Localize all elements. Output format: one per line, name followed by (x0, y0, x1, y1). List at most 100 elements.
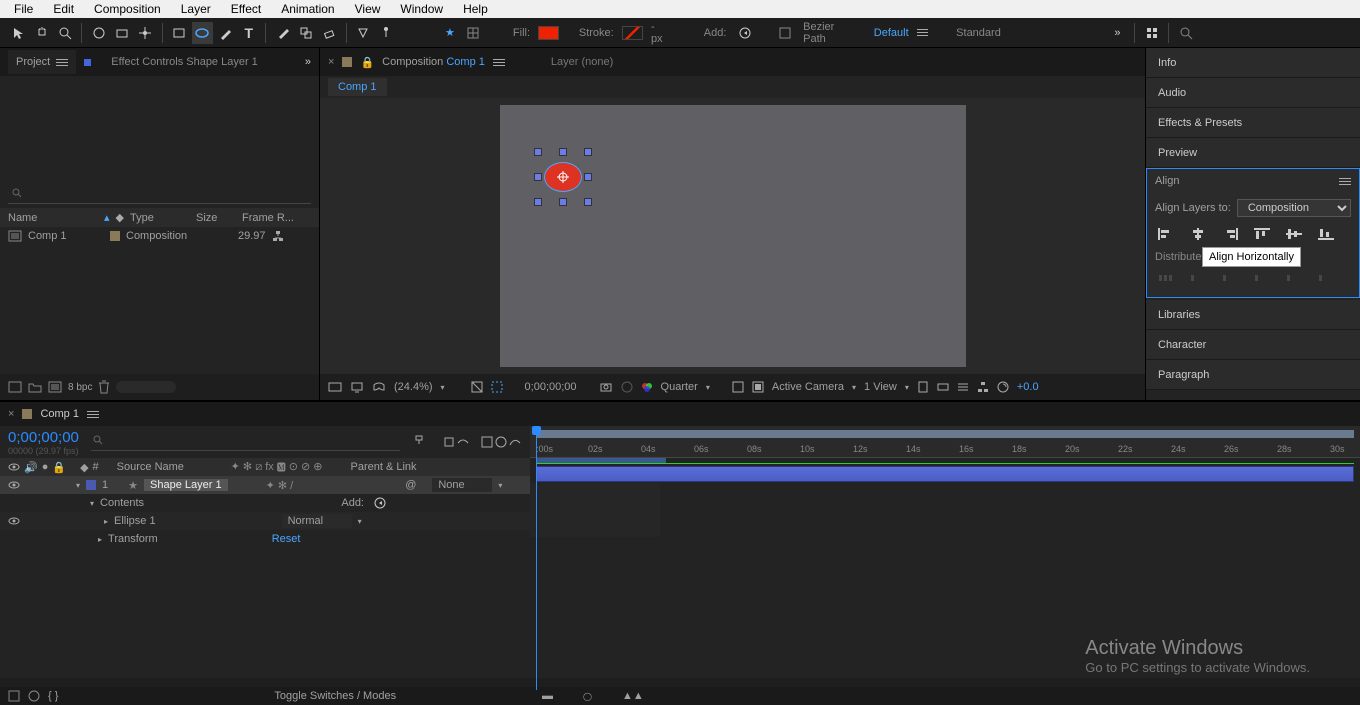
star-icon[interactable]: ★ (439, 22, 460, 44)
comp-tab-label[interactable]: Composition Comp 1 (382, 56, 485, 68)
comp-time[interactable]: 0;00;00;00 (525, 381, 577, 393)
comp-subtab[interactable]: Comp 1 (328, 78, 387, 96)
stroke-swatch[interactable] (622, 26, 643, 40)
panel-menu-icon[interactable] (493, 59, 505, 66)
add-icon[interactable] (734, 22, 755, 44)
clone-tool-icon[interactable] (295, 22, 316, 44)
hand-tool-icon[interactable] (31, 22, 52, 44)
camera-dropdown[interactable]: Active Camera (772, 381, 844, 393)
toggle-switches-icon[interactable] (8, 690, 20, 702)
sort-icon[interactable]: ▴ (104, 211, 110, 224)
align-vcenter-btn[interactable] (1283, 225, 1305, 243)
roto-tool-icon[interactable] (353, 22, 374, 44)
align-hcenter-btn[interactable] (1187, 225, 1209, 243)
view-dropdown[interactable]: 1 View (864, 381, 897, 393)
interpret-icon[interactable] (8, 381, 22, 393)
align-top-btn[interactable] (1251, 225, 1273, 243)
trash-icon[interactable] (98, 380, 110, 394)
col-name[interactable]: Name (8, 212, 98, 224)
menu-composition[interactable]: Composition (84, 0, 171, 18)
frame-blend-icon[interactable] (480, 435, 494, 449)
dropdown-icon[interactable]: ▾ (706, 383, 710, 392)
fill-swatch[interactable] (538, 26, 559, 40)
flowchart-icon[interactable] (977, 381, 989, 393)
panel-paragraph[interactable]: Paragraph (1146, 360, 1360, 390)
search-icon[interactable] (1175, 22, 1196, 44)
menu-help[interactable]: Help (453, 0, 498, 18)
close-tab-icon[interactable]: × (8, 408, 14, 420)
layer-name[interactable]: Shape Layer 1 (144, 479, 228, 491)
menu-edit[interactable]: Edit (43, 0, 84, 18)
panel-menu-icon[interactable] (87, 411, 99, 418)
panel-libraries[interactable]: Libraries (1146, 300, 1360, 330)
project-item-comp1[interactable]: Comp 1 Composition 29.97 (0, 227, 319, 245)
align-right-btn[interactable] (1219, 225, 1241, 243)
layer-duration-bar[interactable] (536, 466, 1354, 482)
project-search[interactable] (8, 186, 311, 204)
menu-file[interactable]: File (4, 0, 43, 18)
resolution-icon[interactable] (471, 381, 483, 393)
switches-col-icons[interactable]: ✦ ✻ ⧄ fx 🅼 ⊙ ⊘ ⊕ (231, 460, 323, 474)
timeline-tab[interactable]: Comp 1 (40, 408, 79, 420)
source-col[interactable]: Source Name (117, 461, 227, 473)
anchor-point-icon[interactable] (557, 171, 569, 183)
zoom-in-icon[interactable]: ▲▲ (622, 690, 644, 702)
align-bottom-btn[interactable] (1315, 225, 1337, 243)
lock-icon[interactable]: 🔒 (360, 56, 374, 69)
overflow-icon[interactable]: » (305, 56, 311, 68)
visibility-icon[interactable] (8, 516, 20, 526)
ellipse-tool-icon[interactable] (192, 22, 213, 44)
align-left-btn[interactable] (1155, 225, 1177, 243)
close-tab-icon[interactable]: × (328, 56, 334, 68)
stroke-label[interactable]: Stroke: (573, 27, 620, 39)
solo-col-icon[interactable]: ● (42, 461, 49, 473)
twirl-icon[interactable]: ▸ (98, 535, 102, 544)
current-time[interactable]: 0;00;00;00 (8, 429, 79, 446)
menu-animation[interactable]: Animation (271, 0, 344, 18)
orbit-tool-icon[interactable] (88, 22, 109, 44)
fast-preview-icon[interactable] (937, 381, 949, 393)
pen-tool-icon[interactable] (215, 22, 236, 44)
menu-layer[interactable]: Layer (171, 0, 221, 18)
folder-icon[interactable] (28, 381, 42, 393)
num-col[interactable]: # (93, 461, 99, 473)
reset-exposure-icon[interactable] (997, 381, 1009, 393)
text-tool-icon[interactable]: T (238, 22, 259, 44)
menu-view[interactable]: View (345, 0, 391, 18)
stroke-width[interactable]: - px (645, 21, 675, 45)
align-target-dropdown[interactable]: Composition (1237, 199, 1351, 217)
panel-preview[interactable]: Preview (1146, 138, 1360, 168)
rectangle-tool-icon[interactable] (169, 22, 190, 44)
visibility-icon[interactable] (8, 480, 20, 490)
layer-ellipse-row[interactable]: ▸ Ellipse 1 Normal ▾ (0, 512, 530, 530)
panel-menu-icon[interactable] (1339, 178, 1351, 185)
col-type[interactable]: Type (130, 212, 190, 224)
camera-tool-icon[interactable] (112, 22, 133, 44)
effect-controls-tab[interactable]: Effect Controls Shape Layer 1 (103, 50, 266, 74)
align-title[interactable]: Align (1155, 175, 1179, 187)
layer-contents-row[interactable]: ▾ Contents Add: (0, 494, 530, 512)
reset-link[interactable]: Reset (272, 533, 301, 545)
workspace-default[interactable]: Default (868, 27, 915, 39)
dropdown-icon[interactable]: ▾ (441, 383, 445, 392)
draft3d-icon[interactable] (442, 435, 456, 449)
layer-row-1[interactable]: ▾ 1 ★ Shape Layer 1 ✦ ✻ / @ None ▾ (0, 476, 530, 494)
lock-col-icon[interactable]: 🔒 (52, 461, 66, 474)
panel-audio[interactable]: Audio (1146, 78, 1360, 108)
resolution-dropdown[interactable]: Quarter (661, 381, 698, 393)
toggle-transparency-icon[interactable] (732, 381, 744, 393)
panel-info[interactable]: Info (1146, 48, 1360, 78)
flowchart-icon[interactable] (272, 230, 284, 242)
show-snapshot-icon[interactable] (621, 381, 633, 393)
selected-shape[interactable] (538, 152, 588, 202)
layer-switches[interactable]: ✦ ✻ / (266, 479, 294, 492)
workspace-standard[interactable]: Standard (950, 27, 1007, 39)
exposure-value[interactable]: +0.0 (1017, 381, 1039, 393)
panel-menu-icon[interactable] (56, 59, 68, 66)
zoom-slider[interactable]: ◯ (583, 692, 592, 701)
comp-mini-flowchart-icon[interactable] (412, 435, 426, 449)
workspace-menu-icon[interactable] (917, 29, 929, 36)
col-size[interactable]: Size (196, 212, 236, 224)
item-label-swatch[interactable] (110, 231, 120, 241)
brackets-icon[interactable]: { } (48, 690, 58, 702)
